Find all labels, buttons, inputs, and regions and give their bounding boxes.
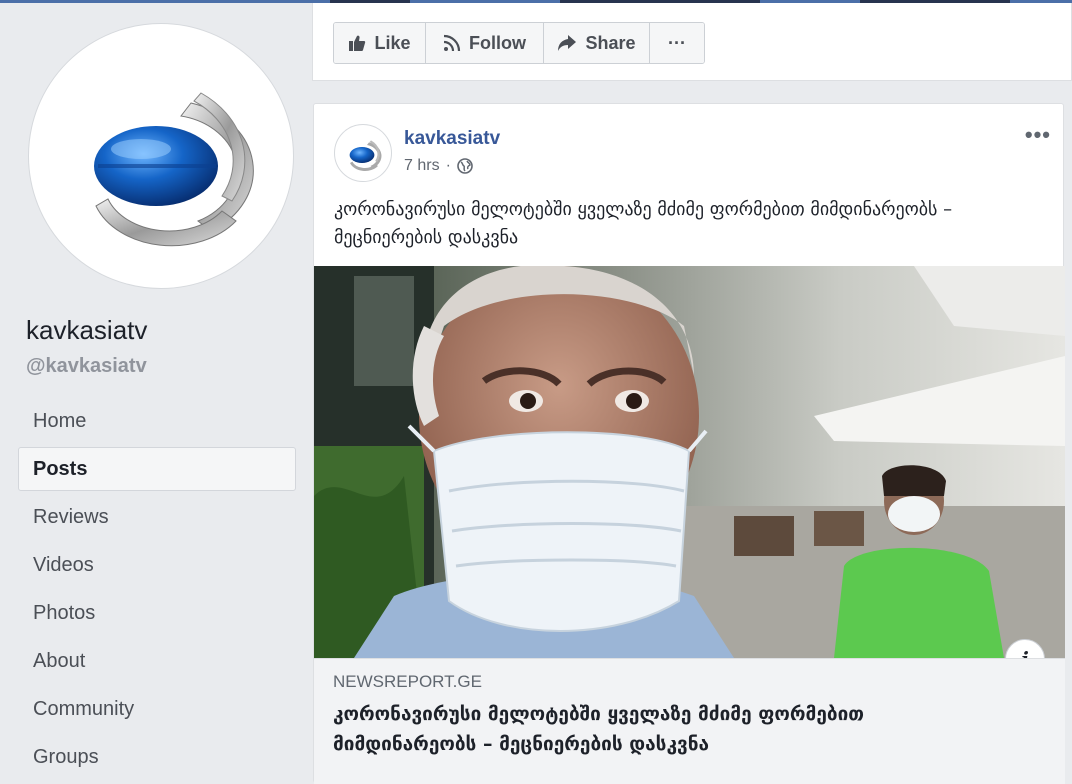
action-button-group: Like Follow Share ··· [333, 22, 705, 64]
meta-separator: · [445, 157, 451, 174]
link-title[interactable]: კორონავირუსი მელოტებში ყველაზე მძიმე ფორ… [333, 699, 1013, 759]
nav-item-groups[interactable]: Groups [18, 735, 296, 779]
more-dots-icon: ··· [668, 32, 686, 53]
globe-icon[interactable] [457, 158, 473, 174]
more-options-button[interactable]: ··· [650, 23, 704, 63]
thumbs-up-icon [349, 35, 366, 51]
link-preview[interactable]: NEWSREPORT.GE კორონავირუსი მელოტებში ყვე… [314, 658, 1065, 784]
kavkasia-tv-logo [349, 140, 382, 171]
post-author-name[interactable]: kavkasiatv [404, 128, 500, 150]
follow-button[interactable]: Follow [426, 23, 544, 63]
follow-label: Follow [469, 32, 526, 53]
post-link-image[interactable] [314, 266, 1065, 658]
page-profile-picture[interactable] [28, 23, 294, 289]
post-timestamp[interactable]: 7 hrs [404, 157, 440, 175]
kavkasia-tv-logo [94, 92, 254, 247]
masked-man-photo [314, 266, 1065, 658]
nav-item-videos[interactable]: Videos [18, 543, 296, 587]
like-button[interactable]: Like [334, 23, 426, 63]
post-card: kavkasiatv 7 hrs · ••• კორონავირუსი მელო… [313, 103, 1065, 784]
post-options-icon[interactable]: ••• [1025, 122, 1051, 148]
share-arrow-icon [558, 35, 577, 51]
nav-item-home[interactable]: Home [18, 399, 296, 443]
share-button[interactable]: Share [544, 23, 650, 63]
nav-item-about[interactable]: About [18, 639, 296, 683]
nav-item-posts[interactable]: Posts [18, 447, 296, 491]
like-label: Like [374, 32, 411, 53]
page-nav: Home Posts Reviews Videos Photos About C… [18, 399, 296, 783]
left-column: kavkasiatv @kavkasiatv Home Posts Review… [0, 3, 312, 776]
page-handle: @kavkasiatv [26, 355, 147, 377]
nav-item-reviews[interactable]: Reviews [18, 495, 296, 539]
page-name[interactable]: kavkasiatv [26, 315, 147, 346]
post-author-avatar[interactable] [334, 124, 392, 182]
nav-item-photos[interactable]: Photos [18, 591, 296, 635]
page-actions-bar: Like Follow Share ··· [312, 3, 1072, 81]
post-text: კორონავირუსი მელოტებში ყველაზე მძიმე ფორ… [334, 199, 953, 248]
rss-follow-icon [443, 34, 461, 52]
post-meta: 7 hrs · [404, 157, 473, 175]
nav-item-community[interactable]: Community [18, 687, 296, 731]
share-label: Share [585, 32, 636, 53]
link-domain: NEWSREPORT.GE [333, 672, 482, 691]
